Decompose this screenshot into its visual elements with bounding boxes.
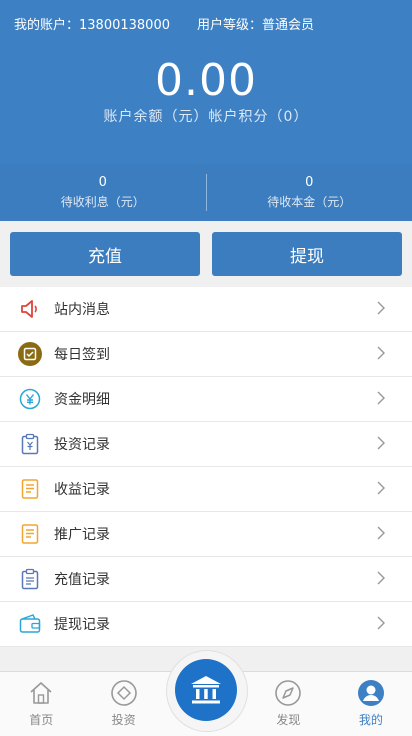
tab-discover-label: 发现 xyxy=(276,711,300,728)
clipboard-icon xyxy=(18,567,42,591)
account-number: 我的账户：13800138000 xyxy=(14,14,170,33)
chevron-right-icon xyxy=(374,481,388,495)
pending-principal: 0 待收本金（元） xyxy=(207,164,412,221)
menu-item-earnings-records[interactable]: 收益记录 xyxy=(0,467,412,512)
pending-principal-label: 待收本金（元） xyxy=(207,193,412,210)
clipboard-icon xyxy=(18,432,42,456)
menu-item-label: 每日签到 xyxy=(54,344,110,364)
tab-home[interactable]: 首页 xyxy=(0,672,82,736)
menu-item-withdraw-records[interactable]: 提现记录 xyxy=(0,602,412,647)
home-icon xyxy=(27,679,55,707)
chevron-right-icon xyxy=(374,301,388,315)
recharge-button[interactable]: 充值 xyxy=(10,232,200,276)
user-level: 用户等级：普通会员 xyxy=(197,14,314,33)
menu-item-messages[interactable]: 站内消息 xyxy=(0,287,412,332)
tab-home-label: 首页 xyxy=(29,711,53,728)
chevron-right-icon xyxy=(374,616,388,630)
menu-item-label: 收益记录 xyxy=(54,479,110,499)
menu-item-referral-records[interactable]: 推广记录 xyxy=(0,512,412,557)
document-icon xyxy=(18,522,42,546)
bank-icon xyxy=(188,673,224,707)
wallet-icon xyxy=(18,612,42,636)
chevron-right-icon xyxy=(374,391,388,405)
user-icon xyxy=(357,679,385,707)
account-header: 我的账户：13800138000 用户等级：普通会员 0.00 账户余额（元）帐… xyxy=(0,0,412,164)
balance-label: 账户余额（元）帐户积分（0） xyxy=(0,106,412,126)
action-buttons: 充值 提现 xyxy=(10,232,402,276)
menu-item-label: 推广记录 xyxy=(54,524,110,544)
checkin-icon xyxy=(18,342,42,366)
account-menu: 站内消息 每日签到 资金明细 投资记录 收益记录 推广记录 xyxy=(0,287,412,647)
tab-invest[interactable]: 投资 xyxy=(82,672,164,736)
menu-item-label: 投资记录 xyxy=(54,434,110,454)
chevron-right-icon xyxy=(374,526,388,540)
menu-item-label: 站内消息 xyxy=(54,299,110,319)
pending-principal-value: 0 xyxy=(207,175,412,190)
speaker-icon xyxy=(18,297,42,321)
chevron-right-icon xyxy=(374,346,388,360)
document-icon xyxy=(18,477,42,501)
pending-interest-value: 0 xyxy=(0,175,206,190)
menu-item-label: 充值记录 xyxy=(54,569,110,589)
pending-stats: 0 待收利息（元） 0 待收本金（元） xyxy=(0,164,412,221)
tab-discover[interactable]: 发现 xyxy=(247,672,329,736)
tab-mine-label: 我的 xyxy=(359,711,383,728)
menu-item-investment-records[interactable]: 投资记录 xyxy=(0,422,412,467)
chevron-right-icon xyxy=(374,436,388,450)
menu-item-label: 资金明细 xyxy=(54,389,110,409)
menu-item-recharge-records[interactable]: 充值记录 xyxy=(0,557,412,602)
pending-interest-label: 待收利息（元） xyxy=(0,193,206,210)
balance-amount: 0.00 xyxy=(0,55,412,106)
withdraw-button[interactable]: 提现 xyxy=(212,232,402,276)
menu-item-label: 提现记录 xyxy=(54,614,110,634)
menu-item-checkin[interactable]: 每日签到 xyxy=(0,332,412,377)
account-info-row: 我的账户：13800138000 用户等级：普通会员 xyxy=(14,14,398,33)
menu-item-fund-details[interactable]: 资金明细 xyxy=(0,377,412,422)
tab-invest-label: 投资 xyxy=(112,711,136,728)
compass-icon xyxy=(274,679,302,707)
center-bank-button[interactable] xyxy=(175,659,237,721)
chevron-right-icon xyxy=(374,571,388,585)
pending-interest: 0 待收利息（元） xyxy=(0,164,206,221)
yuan-icon xyxy=(18,387,42,411)
tab-mine[interactable]: 我的 xyxy=(330,672,412,736)
invest-icon xyxy=(110,679,138,707)
